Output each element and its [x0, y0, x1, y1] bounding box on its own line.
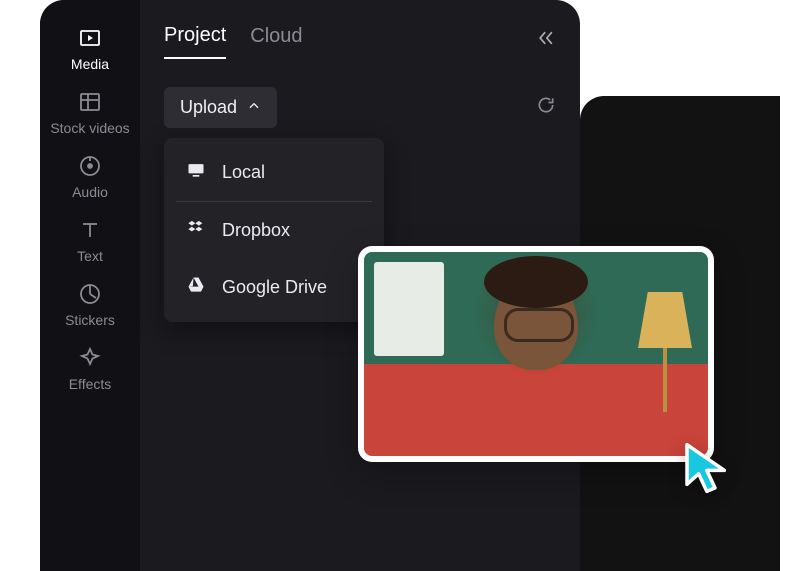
sidebar-item-label: Audio — [72, 184, 108, 200]
thumbnail-person-decor — [494, 274, 578, 370]
sidebar-item-label: Media — [71, 56, 109, 72]
tabs: Project Cloud — [164, 24, 556, 59]
upload-button-label: Upload — [180, 97, 237, 118]
upload-button[interactable]: Upload — [164, 87, 277, 128]
upload-option-label: Google Drive — [222, 277, 327, 298]
thumbnail-image — [364, 252, 708, 456]
thumbnail-lamp-decor — [638, 292, 692, 412]
sidebar-item-label: Stock videos — [50, 120, 129, 136]
thumbnail-window-decor — [374, 262, 444, 356]
chevron-up-icon — [247, 97, 261, 118]
audio-icon — [78, 154, 102, 178]
stock-videos-icon — [78, 90, 102, 114]
sidebar: Media Stock videos Audio Text Stickers — [40, 0, 140, 571]
sidebar-item-label: Stickers — [65, 312, 115, 328]
dropbox-icon — [186, 218, 206, 243]
sidebar-item-text[interactable]: Text — [77, 218, 103, 264]
sidebar-item-effects[interactable]: Effects — [69, 346, 112, 392]
refresh-icon — [536, 102, 556, 119]
sidebar-item-label: Text — [77, 248, 103, 264]
sidebar-item-label: Effects — [69, 376, 112, 392]
cursor-icon — [680, 440, 736, 496]
text-icon — [78, 218, 102, 242]
tab-project[interactable]: Project — [164, 24, 226, 59]
upload-option-dropbox[interactable]: Dropbox — [164, 202, 384, 259]
upload-option-label: Local — [222, 162, 265, 183]
chevron-double-left-icon — [536, 35, 556, 52]
sidebar-item-stickers[interactable]: Stickers — [65, 282, 115, 328]
stickers-icon — [78, 282, 102, 306]
sidebar-item-audio[interactable]: Audio — [72, 154, 108, 200]
media-icon — [78, 26, 102, 50]
toolbar: Upload — [164, 87, 556, 128]
upload-option-label: Dropbox — [222, 220, 290, 241]
refresh-button[interactable] — [536, 95, 556, 120]
collapse-panel-button[interactable] — [536, 28, 556, 53]
sidebar-item-stock-videos[interactable]: Stock videos — [50, 90, 129, 136]
google-drive-icon — [186, 275, 206, 300]
effects-icon — [78, 346, 102, 370]
tab-cloud[interactable]: Cloud — [250, 25, 302, 58]
sidebar-item-media[interactable]: Media — [71, 26, 109, 72]
video-thumbnail[interactable] — [358, 246, 714, 462]
upload-option-google-drive[interactable]: Google Drive — [164, 259, 384, 316]
upload-dropdown: Local Dropbox Google Drive — [164, 138, 384, 322]
local-icon — [186, 160, 206, 185]
upload-option-local[interactable]: Local — [164, 144, 384, 201]
